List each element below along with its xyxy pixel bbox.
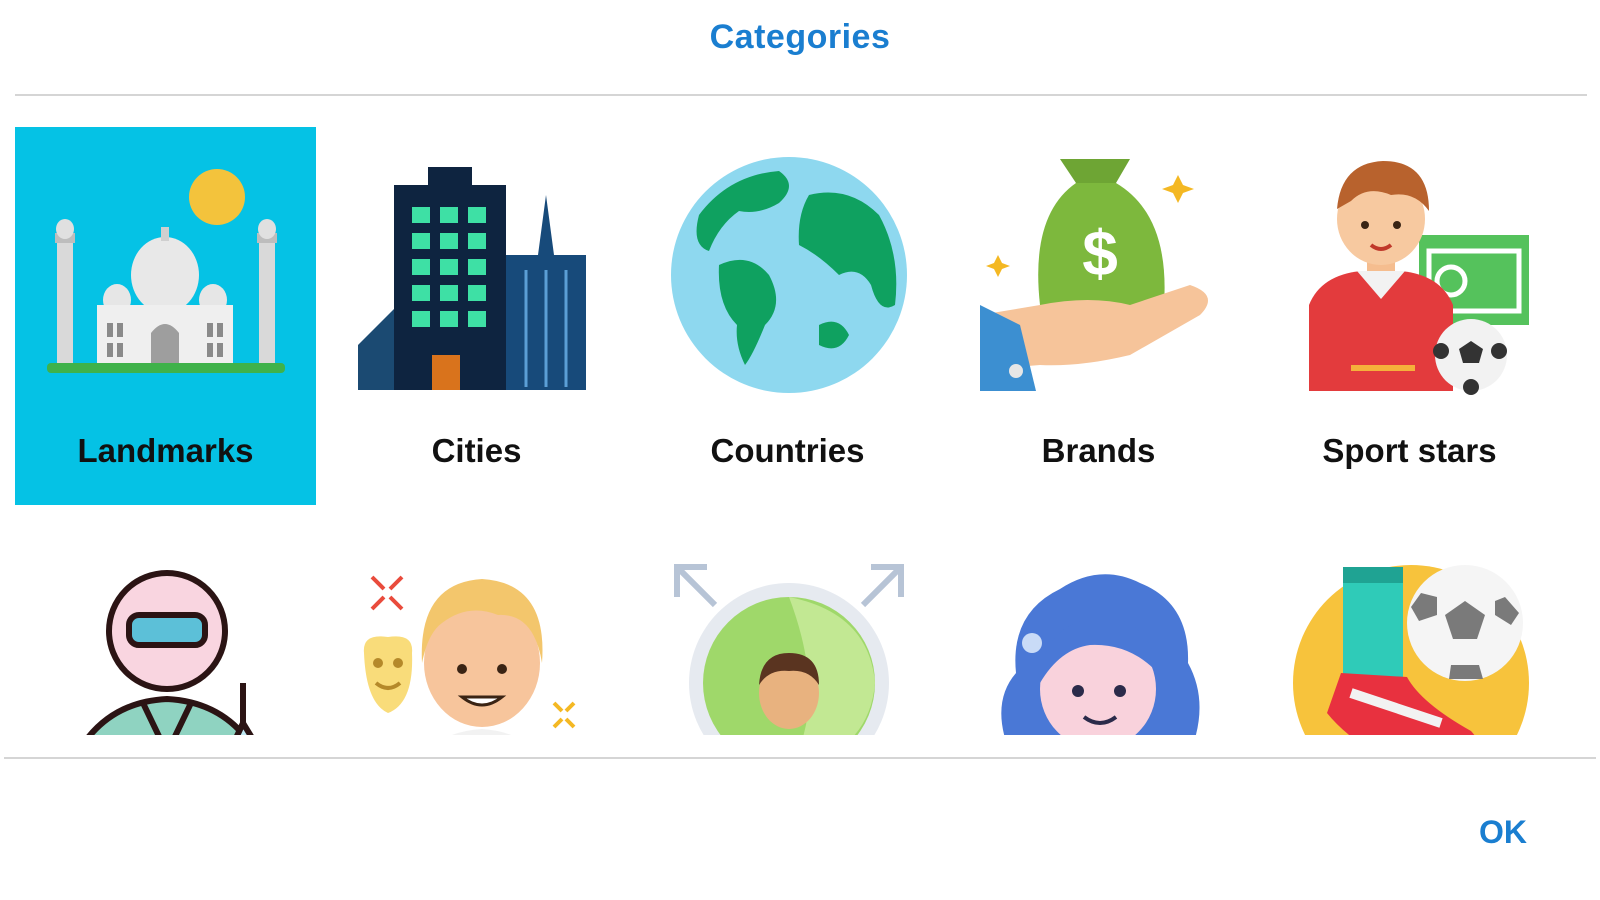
category-tile-football[interactable] bbox=[1259, 525, 1560, 735]
ok-button[interactable]: OK bbox=[1458, 808, 1548, 856]
divider bbox=[4, 757, 1596, 759]
person-arrows-icon bbox=[674, 564, 904, 735]
category-label: Countries bbox=[710, 432, 865, 469]
singer-girl-icon bbox=[1001, 574, 1200, 735]
category-tile-brands[interactable]: $ Brands bbox=[948, 127, 1249, 505]
money-bag-hand-icon: $ bbox=[980, 159, 1208, 391]
category-tile-countries[interactable]: Countries bbox=[637, 127, 938, 505]
category-tile-actors[interactable] bbox=[326, 525, 627, 735]
city-buildings-icon bbox=[358, 167, 586, 390]
divider bbox=[15, 94, 1587, 96]
category-label: Brands bbox=[1041, 432, 1156, 469]
category-label: Landmarks bbox=[77, 432, 254, 469]
taj-mahal-icon bbox=[47, 169, 285, 373]
globe-icon bbox=[671, 157, 907, 393]
soccer-ball-boot-icon bbox=[1293, 565, 1529, 735]
actor-icon bbox=[363, 575, 576, 735]
football-player-icon bbox=[1309, 161, 1529, 395]
category-label: Sport stars bbox=[1322, 432, 1497, 469]
dialog-title: Categories bbox=[709, 18, 891, 56]
category-tile-people[interactable] bbox=[637, 525, 938, 735]
category-grid: Landmarks Cities Countries $ Brands Spor… bbox=[15, 127, 1595, 735]
svg-text:$: $ bbox=[1082, 217, 1118, 289]
category-tile-cities[interactable]: Cities bbox=[326, 127, 627, 505]
scientist-icon bbox=[86, 570, 254, 735]
category-tile-sport-stars[interactable]: Sport stars bbox=[1259, 127, 1560, 505]
category-tile-landmarks[interactable]: Landmarks bbox=[15, 127, 316, 505]
category-tile-scientists[interactable] bbox=[15, 525, 316, 735]
category-label: Cities bbox=[431, 432, 522, 469]
category-tile-singers[interactable] bbox=[948, 525, 1249, 735]
